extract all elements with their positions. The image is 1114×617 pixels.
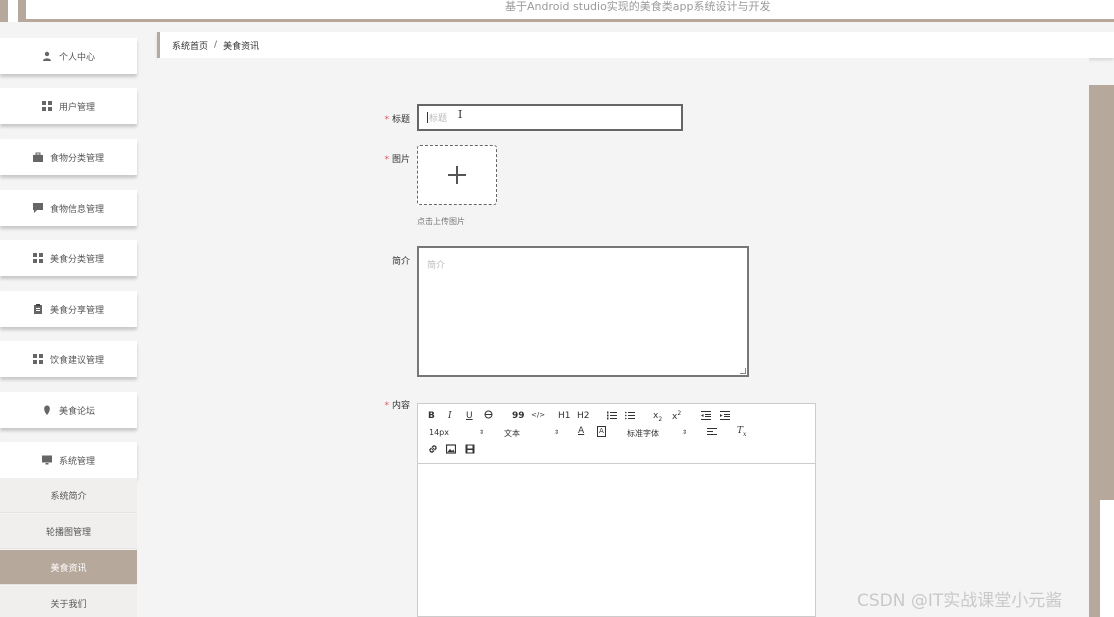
indent-icon[interactable] (720, 411, 730, 423)
ordered-list-icon[interactable] (607, 411, 617, 423)
sidebar-item-label: 系统管理 (58, 456, 95, 467)
sidebar-item-food-category[interactable]: 食物分类管理 (0, 139, 137, 175)
sidebar-item-label: 食物信息管理 (49, 204, 104, 215)
chevron-updown-icon: ⇕ (479, 429, 485, 436)
video-icon[interactable] (465, 444, 475, 457)
subscript-icon[interactable]: x2 (653, 411, 662, 423)
bullet-list-icon[interactable] (625, 411, 635, 423)
chevron-updown-icon: ⇕ (554, 429, 560, 436)
background-color-icon[interactable]: A (597, 426, 606, 437)
title-label: * 标题 (384, 115, 410, 125)
strike-icon[interactable] (484, 410, 493, 422)
clipboard-icon (33, 304, 43, 314)
heading-1-icon[interactable]: H1 (558, 411, 571, 421)
grid-icon (32, 253, 43, 263)
editor-body[interactable] (418, 464, 815, 616)
sidebar-item-diet-advice[interactable]: 饮食建议管理 (0, 341, 137, 377)
sidebar-subitem-carousel[interactable]: 轮播图管理 (0, 514, 137, 549)
pin-icon (42, 405, 52, 415)
outdent-icon[interactable] (701, 411, 711, 423)
image-icon[interactable] (445, 444, 457, 457)
breadcrumb: 系统首页 / 美食资讯 (157, 32, 1114, 58)
sidebar-item-label: 美食论坛 (58, 406, 95, 417)
sidebar-item-label: 用户管理 (58, 102, 95, 113)
sidebar-item-cuisine-category[interactable]: 美食分类管理 (0, 240, 137, 276)
grid-icon (32, 354, 43, 364)
sidebar-item-label: 食物分类管理 (49, 153, 104, 164)
title-input[interactable]: 标题 (417, 104, 683, 131)
grid-icon (41, 101, 52, 111)
breadcrumb-current: 美食资讯 (223, 41, 260, 52)
mouse-cursor-icon: I (458, 108, 463, 121)
link-icon[interactable] (428, 444, 438, 457)
sidebar-item-user-management[interactable]: 用户管理 (0, 88, 137, 124)
sidebar-subitem-food-news[interactable]: 美食资讯 (0, 550, 137, 585)
editor-toolbar: B I U 99 </> H1 H2 x2 x2 14px ⇕ 文本 ⇕ A A… (418, 404, 815, 464)
monitor-icon (41, 455, 52, 465)
content-label: * 内容 (384, 401, 410, 411)
clear-format-icon[interactable]: Tx (737, 426, 746, 438)
right-accent-gap (1100, 500, 1114, 617)
briefcase-icon (32, 152, 43, 162)
user-icon (42, 51, 52, 61)
upload-tip: 点击上传图片 (417, 217, 465, 226)
app-title: 基于Android studio实现的美食类app系统设计与开发 (505, 0, 771, 13)
sidebar: 个人中心 用户管理 食物分类管理 食物信息管理 美食分类管理 美食分享管理 饮食… (0, 26, 140, 617)
watermark: CSDN @IT实战课堂小元酱 (857, 591, 1063, 611)
image-upload-button[interactable] (417, 145, 497, 205)
title-placeholder: 标题 (429, 114, 448, 124)
italic-icon[interactable]: I (448, 411, 452, 421)
font-color-icon[interactable]: A (578, 426, 584, 436)
sidebar-subitem-system-intro[interactable]: 系统简介 (0, 478, 137, 513)
sidebar-item-personal-center[interactable]: 个人中心 (0, 38, 137, 74)
sidebar-item-label: 美食分类管理 (49, 254, 104, 265)
sidebar-item-label: 美食分享管理 (49, 305, 104, 316)
sidebar-item-system-management[interactable]: 系统管理 (0, 442, 137, 478)
text-caret (427, 112, 428, 123)
text-type-select[interactable]: 文本 ⇕ (504, 428, 559, 439)
sidebar-item-label: 个人中心 (58, 52, 95, 63)
chevron-updown-icon: ⇕ (682, 429, 688, 436)
font-family-select[interactable]: 标准字体 ⇕ (627, 428, 687, 439)
breadcrumb-separator: / (214, 40, 218, 50)
chat-icon (32, 203, 43, 213)
font-size-select[interactable]: 14px ⇕ (429, 428, 484, 437)
sidebar-item-cuisine-share[interactable]: 美食分享管理 (0, 291, 137, 327)
bold-icon[interactable]: B (428, 411, 435, 421)
align-icon[interactable] (707, 428, 717, 440)
code-block-icon[interactable]: </> (531, 411, 545, 419)
resize-grip-icon[interactable] (740, 368, 746, 374)
image-label: * 图片 (384, 155, 410, 165)
heading-2-icon[interactable]: H2 (577, 411, 590, 421)
underline-icon[interactable]: U (466, 411, 473, 421)
breadcrumb-home[interactable]: 系统首页 (172, 39, 208, 52)
sidebar-item-forum[interactable]: 美食论坛 (0, 392, 137, 428)
rich-text-editor: B I U 99 </> H1 H2 x2 x2 14px ⇕ 文本 ⇕ A A… (417, 403, 816, 617)
sidebar-item-food-info[interactable]: 食物信息管理 (0, 190, 137, 226)
blockquote-icon[interactable]: 99 (512, 411, 525, 421)
intro-label: 简介 (391, 257, 410, 267)
superscript-icon[interactable]: x2 (672, 410, 681, 422)
intro-textarea[interactable]: 简介 (417, 246, 749, 377)
sidebar-item-label: 饮食建议管理 (49, 355, 104, 366)
top-header: 基于Android studio实现的美食类app系统设计与开发 (0, 0, 1114, 22)
plus-icon (448, 166, 466, 184)
logo-icon (0, 0, 26, 22)
sidebar-subitem-about-us[interactable]: 关于我们 (0, 586, 137, 617)
intro-placeholder: 简介 (427, 261, 446, 271)
